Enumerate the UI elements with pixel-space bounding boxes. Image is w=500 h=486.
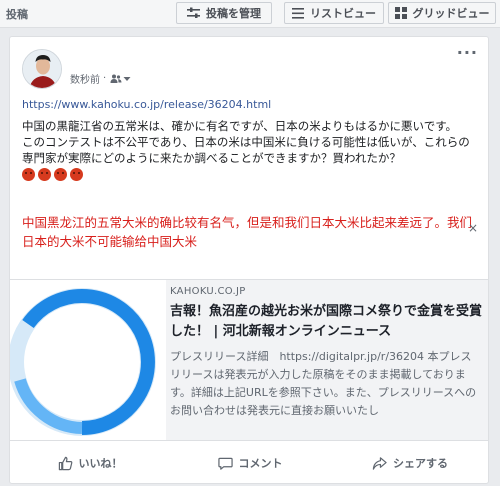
comment-button[interactable]: コメント	[170, 441, 330, 483]
angry-emoji-icon	[54, 168, 67, 181]
post-actions: いいね！ コメント シェアする	[10, 441, 488, 483]
share-arrow-icon	[372, 456, 387, 470]
remove-preview-button[interactable]: ×	[468, 221, 478, 235]
link-thumbnail	[10, 280, 166, 440]
post-body-line-2: このコンテストは不公平であり、日本の米は中国米に負ける可能性は低いが、これらの専…	[22, 135, 470, 165]
page-label: 投稿	[6, 8, 28, 21]
grid-view-button[interactable]: グリッドビュー	[388, 2, 496, 24]
settings-sliders-icon	[187, 7, 200, 18]
friends-audience-icon[interactable]	[110, 74, 122, 83]
like-label: いいね！	[78, 457, 123, 470]
angry-emoji-icon	[22, 168, 35, 181]
like-button[interactable]: いいね！	[10, 441, 170, 483]
link-description: プレスリリース詳細 https://digitalpr.jp/r/36204 本…	[170, 350, 477, 417]
post-meta: 数秒前 ·	[70, 71, 131, 86]
grid-icon	[394, 7, 407, 19]
angry-emoji-icon	[70, 168, 83, 181]
manage-posts-label: 投稿を管理	[206, 7, 261, 20]
angry-emoji-icon	[38, 168, 51, 181]
red-annotation-text: 中国黑龙江的五常大米的确比较有名气，但是和我们日本大米比起来差远了。我们日本的大…	[22, 215, 473, 249]
meta-separator: ·	[103, 73, 107, 84]
emoji-row	[22, 168, 478, 181]
post-body: 中国の黒龍江省の五常米は、確かに有名ですが、日本の米よりもはるかに悪いです。 こ…	[22, 118, 478, 181]
list-view-label: リストビュー	[310, 7, 376, 20]
thumbs-up-icon	[58, 456, 72, 470]
comment-icon	[217, 457, 233, 470]
link-preview-card[interactable]: KAHOKU.CO.JP 吉報！魚沼産の越光お米が国際コメ祭りで金賞を受賞した！…	[10, 279, 488, 441]
list-icon	[292, 7, 304, 19]
comment-label: コメント	[238, 457, 283, 470]
link-title[interactable]: 吉報！魚沼産の越光お米が国際コメ祭りで金賞を受賞した！ | 河北新報オンラインニ…	[170, 302, 482, 342]
manage-posts-button[interactable]: 投稿を管理	[176, 2, 272, 24]
share-label: シェアする	[393, 457, 448, 470]
post-options-button[interactable]: ···	[457, 43, 478, 62]
post-url-link[interactable]: https://www.kahoku.co.jp/release/36204.h…	[22, 98, 271, 111]
post-timestamp[interactable]: 数秒前	[70, 71, 100, 86]
blue-ring-icon	[10, 288, 156, 436]
post-card: ··· 数秒前 · https://www.kahoku.co.jp/relea…	[9, 36, 489, 484]
share-button[interactable]: シェアする	[330, 441, 488, 483]
link-domain: KAHOKU.CO.JP	[170, 286, 246, 297]
chevron-down-icon[interactable]	[123, 76, 131, 82]
top-toolbar: 投稿 投稿を管理 リストビュー グリッドビュー	[0, 0, 500, 28]
list-view-button[interactable]: リストビュー	[284, 2, 384, 24]
post-body-line-1: 中国の黒龍江省の五常米は、確かに有名ですが、日本の米よりもはるかに悪いです。	[22, 119, 458, 133]
grid-view-label: グリッドビュー	[412, 7, 490, 20]
avatar[interactable]	[22, 49, 62, 89]
profile-photo-icon	[23, 50, 61, 88]
